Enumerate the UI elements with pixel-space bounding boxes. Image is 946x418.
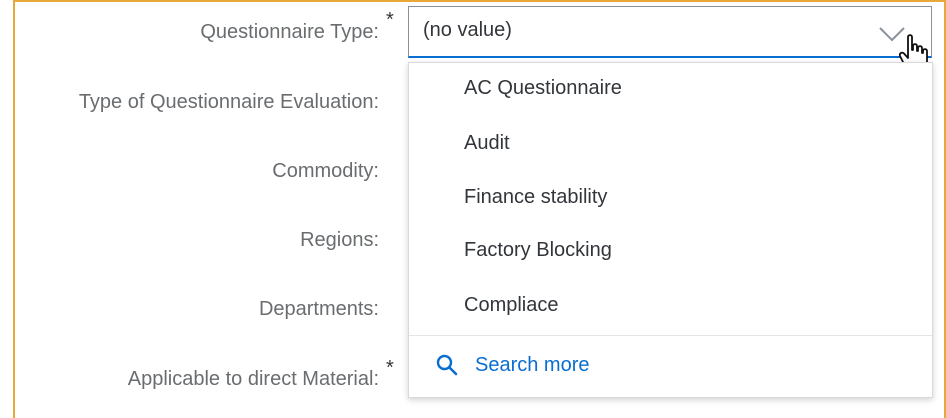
questionnaire-type-dropdown: AC Questionnaire Audit Finance stability…	[408, 62, 933, 398]
departments-label: Departments:	[258, 298, 379, 320]
required-marker: *	[386, 357, 394, 379]
select-value: (no value)	[423, 19, 512, 41]
regions-label: Regions:	[300, 229, 379, 251]
dropdown-option-audit[interactable]: Audit	[464, 132, 510, 155]
dropdown-option-factory-blocking[interactable]: Factory Blocking	[464, 239, 612, 262]
dropdown-option-ac-questionnaire[interactable]: AC Questionnaire	[464, 77, 622, 100]
required-marker: *	[386, 9, 394, 31]
direct-material-label: Applicable to direct Material:	[127, 368, 379, 390]
search-more-label: Search more	[475, 353, 590, 376]
search-more-link[interactable]: Search more	[435, 351, 590, 379]
questionnaire-type-label: Questionnaire Type:	[200, 21, 379, 43]
questionnaire-evaluation-label: Type of Questionnaire Evaluation:	[78, 91, 379, 113]
questionnaire-type-select[interactable]: (no value)	[408, 6, 932, 72]
dropdown-divider	[409, 335, 932, 336]
search-icon	[436, 354, 458, 376]
commodity-label: Commodity:	[272, 160, 379, 182]
dropdown-option-compliace[interactable]: Compliace	[464, 294, 558, 317]
dropdown-option-finance-stability[interactable]: Finance stability	[464, 186, 607, 209]
